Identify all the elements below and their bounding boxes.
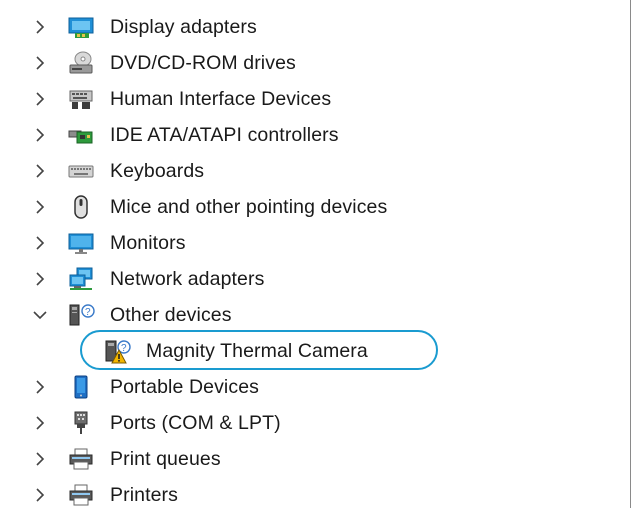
portable-device-icon <box>68 375 94 399</box>
device-manager-tree-panel: Display adapters DVD/CD-ROM drives Human… <box>0 0 631 508</box>
chevron-right-icon[interactable] <box>32 271 48 287</box>
tree-item-display-adapters[interactable]: Display adapters <box>0 9 630 45</box>
tree-item-keyboards[interactable]: Keyboards <box>0 153 630 189</box>
hid-icon <box>68 87 94 111</box>
tree-item-other-devices[interactable]: ? Other devices <box>0 297 630 333</box>
chevron-right-icon[interactable] <box>32 451 48 467</box>
keyboard-icon <box>68 159 94 183</box>
tree-item-label: Magnity Thermal Camera <box>146 340 368 362</box>
chevron-right-icon[interactable] <box>32 19 48 35</box>
unknown-device-warning-icon: ? <box>104 339 131 364</box>
tree-item-label: Human Interface Devices <box>110 88 332 110</box>
monitor-icon <box>68 231 94 255</box>
port-icon <box>68 411 94 435</box>
tree-item-human-interface-devices[interactable]: Human Interface Devices <box>0 81 630 117</box>
chevron-right-icon[interactable] <box>32 199 48 215</box>
chevron-right-icon[interactable] <box>32 235 48 251</box>
printer-icon <box>68 483 94 507</box>
other-devices-icon: ? <box>68 303 95 327</box>
tree-item-ports-com-lpt[interactable]: Ports (COM & LPT) <box>0 405 630 441</box>
tree-item-label: Display adapters <box>110 16 257 38</box>
tree-item-label: Portable Devices <box>110 376 260 398</box>
tree-item-label: Keyboards <box>110 160 205 182</box>
tree-item-label: DVD/CD-ROM drives <box>110 52 296 74</box>
chevron-right-icon[interactable] <box>32 379 48 395</box>
tree-item-portable-devices[interactable]: Portable Devices <box>0 369 630 405</box>
tree-item-label: Printers <box>110 484 178 506</box>
mouse-icon <box>68 195 94 219</box>
printer-icon <box>68 447 94 471</box>
tree-item-label: Mice and other pointing devices <box>110 196 388 218</box>
svg-text:?: ? <box>121 343 127 354</box>
tree-item-label: Other devices <box>110 304 232 326</box>
chevron-right-icon[interactable] <box>32 163 48 179</box>
tree-item-label: Monitors <box>110 232 186 254</box>
chevron-right-icon[interactable] <box>32 127 48 143</box>
tree-item-label: Ports (COM & LPT) <box>110 412 281 434</box>
chevron-right-icon[interactable] <box>32 487 48 503</box>
tree-item-dvd-cdrom-drives[interactable]: DVD/CD-ROM drives <box>0 45 630 81</box>
tree-item-label: Network adapters <box>110 268 265 290</box>
tree-item-network-adapters[interactable]: Network adapters <box>0 261 630 297</box>
tree-item-print-queues[interactable]: Print queues <box>0 441 630 477</box>
ide-controller-icon <box>68 123 94 147</box>
tree-item-label: Print queues <box>110 448 221 470</box>
tree-item-monitors[interactable]: Monitors <box>0 225 630 261</box>
device-tree: Display adapters DVD/CD-ROM drives Human… <box>0 9 630 513</box>
chevron-right-icon[interactable] <box>32 55 48 71</box>
tree-item-label: IDE ATA/ATAPI controllers <box>110 124 339 146</box>
tree-item-mice-pointing-devices[interactable]: Mice and other pointing devices <box>0 189 630 225</box>
display-adapter-icon <box>68 15 94 39</box>
dvd-drive-icon <box>68 51 94 75</box>
tree-item-magnity-thermal-camera[interactable]: ? Magnity Thermal Camera <box>0 333 630 369</box>
network-adapter-icon <box>68 267 94 291</box>
svg-text:?: ? <box>85 307 91 318</box>
chevron-right-icon[interactable] <box>32 415 48 431</box>
chevron-right-icon[interactable] <box>32 91 48 107</box>
tree-item-ide-ata-atapi-controllers[interactable]: IDE ATA/ATAPI controllers <box>0 117 630 153</box>
chevron-down-icon[interactable] <box>32 307 48 323</box>
